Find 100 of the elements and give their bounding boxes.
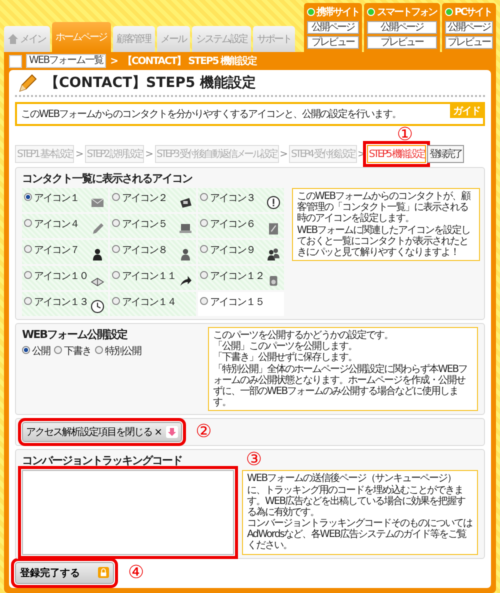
option-label: アイコン２ bbox=[122, 192, 167, 205]
icon-option[interactable]: アイコン９ bbox=[198, 240, 284, 264]
radio-button[interactable] bbox=[22, 346, 30, 354]
site-label: スマートフォン bbox=[377, 6, 436, 19]
pencil-icon bbox=[90, 221, 105, 236]
help-text: このパーツを公開するかどうかの設定です。 bbox=[213, 330, 394, 341]
icon-option[interactable]: アイコン１２ bbox=[198, 266, 284, 290]
clock-icon bbox=[90, 299, 105, 314]
site-label: 携帯サイト bbox=[316, 6, 359, 19]
site-button[interactable]: 公開ページ bbox=[367, 21, 436, 34]
lock-icon bbox=[98, 567, 109, 578]
help-text: WEBフォームの送信後ページ（サンキューページ）に、トラッキング用のコードを埋め込むことができます。WEB広告などを出稿している場合に効果を把握する為に有効です。 bbox=[247, 473, 466, 518]
help-text: WEBフォームに関連したアイコンを設定しておくと一覧にコンタクトが表示されたときにパッと見て解りやすくなりますよ！ bbox=[297, 224, 472, 258]
section-heading: コンタクト一覧に表示されるアイコン bbox=[22, 171, 192, 186]
annotation-number: ③ bbox=[246, 452, 262, 468]
option-label: アイコン１０ bbox=[34, 270, 88, 283]
icon-option[interactable]: アイコン１４ bbox=[110, 292, 196, 316]
radio-button[interactable] bbox=[24, 219, 32, 227]
option-label: アイコン１１ bbox=[122, 270, 176, 283]
radio-button[interactable] bbox=[95, 346, 103, 354]
option-label: アイコン３ bbox=[210, 192, 255, 205]
icon-option[interactable]: アイコン１ bbox=[22, 188, 108, 212]
icon-option[interactable]: アイコン７ bbox=[22, 240, 108, 264]
help-text: このWEBフォームからのコンタクトが、顧客管理の「コンタクト一覧」に表示される時のアイコンを設定します。 bbox=[297, 191, 472, 224]
laptop-icon bbox=[178, 221, 193, 236]
option-label: 公開 bbox=[32, 345, 50, 358]
site-button[interactable]: プレビュー bbox=[444, 36, 493, 49]
option-label: 特別公開 bbox=[105, 344, 141, 358]
help-text: 「特別公開」全体のホームページ公開設定に関わらず本WEBフォームのみ公開状態となります。ホームページを作成・公開せずに、一部のWEBフォームのみ公開する場合などに使用します。 bbox=[213, 364, 468, 408]
step-separator: > bbox=[280, 148, 288, 160]
radio-button[interactable] bbox=[200, 219, 208, 227]
exclamation-icon bbox=[266, 195, 281, 210]
icon-option[interactable]: アイコン１３ bbox=[22, 292, 108, 316]
option-label: アイコン７ bbox=[34, 244, 79, 257]
radio-button[interactable] bbox=[112, 271, 120, 279]
house-icon bbox=[8, 34, 18, 44]
radio-button[interactable] bbox=[112, 193, 120, 201]
radio-button[interactable] bbox=[200, 271, 208, 279]
option-label: アイコン８ bbox=[122, 244, 167, 257]
site-button[interactable]: プレビュー bbox=[367, 36, 436, 49]
help-text: コンバージョントラッキングコードそのものについてはAdWordsなど、各WEB広告システムのガイド等をご覧ください。 bbox=[247, 518, 473, 552]
radio-button[interactable] bbox=[24, 297, 32, 305]
status-dot bbox=[306, 8, 314, 16]
help-text: 「公開」このパーツを公開します。 bbox=[213, 341, 358, 352]
radio-button[interactable] bbox=[24, 271, 32, 279]
option-label: アイコン１ bbox=[34, 192, 79, 205]
section-heading: コンバージョントラッキングコード bbox=[22, 453, 182, 468]
step-separator: > bbox=[75, 148, 84, 160]
option-label: アイコン９ bbox=[210, 244, 255, 257]
people-icon bbox=[266, 247, 281, 262]
icon-option[interactable]: アイコン１５ bbox=[198, 292, 284, 316]
down-arrow-icon bbox=[166, 426, 178, 438]
page-title: 【CONTACT】STEP5 機能設定 bbox=[45, 74, 256, 92]
radio-button[interactable] bbox=[24, 245, 32, 253]
icon-option[interactable]: アイコン６ bbox=[198, 214, 284, 238]
breadcrumb-current: 【CONTACT】 STEP5 機能設定 bbox=[122, 54, 257, 68]
site-button[interactable]: 公開ページ bbox=[306, 21, 359, 34]
icon-option[interactable]: アイコン３ bbox=[198, 188, 284, 212]
radio-button[interactable] bbox=[112, 219, 120, 227]
radio-button[interactable] bbox=[24, 193, 32, 201]
option-label: アイコン６ bbox=[210, 218, 255, 231]
radio-button[interactable] bbox=[200, 297, 208, 305]
person-icon bbox=[178, 247, 193, 262]
option-label: アイコン５ bbox=[122, 218, 167, 231]
help-text: 「下書き」公開せずに保存します。 bbox=[213, 352, 358, 364]
annotation-number: ② bbox=[196, 424, 212, 440]
annotation-number: ④ bbox=[128, 564, 144, 581]
option-label: 下書き bbox=[64, 344, 91, 358]
icon-option[interactable]: アイコン１０ bbox=[22, 266, 108, 290]
option-label: アイコン１３ bbox=[34, 296, 88, 309]
notepad-icon bbox=[266, 221, 281, 236]
person-icon bbox=[90, 247, 105, 262]
annotation-number: ① bbox=[396, 127, 414, 143]
icon-option[interactable]: アイコン１１ bbox=[110, 266, 196, 290]
radio-button[interactable] bbox=[54, 346, 62, 354]
icon-option[interactable]: アイコン４ bbox=[22, 214, 108, 238]
site-button[interactable]: プレビュー bbox=[306, 36, 359, 49]
status-dot bbox=[444, 8, 452, 16]
guide-badge: ガイド bbox=[450, 104, 483, 118]
breadcrumb-separator: > bbox=[110, 56, 118, 66]
step-separator: > bbox=[145, 148, 154, 160]
breadcrumb-link[interactable]: WEBフォーム一覧 bbox=[26, 54, 106, 68]
guide-text: このWEBフォームからのコンタクトを分かりやすくするアイコンと、公開の設定を行います。 bbox=[21, 109, 402, 120]
option-label: アイコン１２ bbox=[210, 270, 264, 283]
icon-option[interactable]: アイコン８ bbox=[110, 240, 196, 264]
option-label: アイコン４ bbox=[34, 218, 79, 231]
icon-option[interactable]: アイコン２ bbox=[110, 188, 196, 212]
step-tab[interactable]: 登録完了 bbox=[427, 145, 464, 163]
radio-button[interactable] bbox=[200, 193, 208, 201]
option-label: アイコン１５ bbox=[210, 296, 264, 309]
radio-button[interactable] bbox=[112, 245, 120, 253]
icon-option[interactable]: アイコン５ bbox=[110, 214, 196, 238]
radio-button[interactable] bbox=[112, 297, 120, 305]
pencil-icon bbox=[19, 74, 37, 92]
site-button[interactable]: 公開ページ bbox=[444, 21, 493, 34]
section-heading: WEBフォーム公開設定 bbox=[22, 327, 128, 342]
option-label: アイコン１４ bbox=[122, 296, 176, 309]
status-dot bbox=[367, 8, 375, 16]
site-label: PCサイト bbox=[454, 6, 492, 19]
radio-button[interactable] bbox=[200, 245, 208, 253]
